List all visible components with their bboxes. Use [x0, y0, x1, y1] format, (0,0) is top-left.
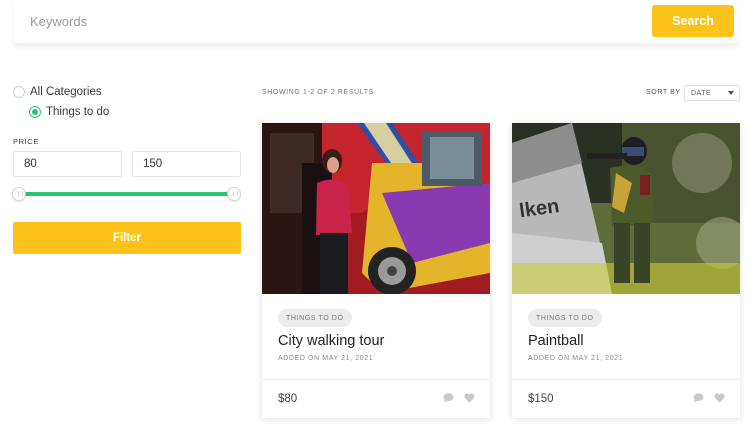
radio-unchecked-icon[interactable]	[13, 86, 25, 98]
sort-value: DATE	[691, 89, 712, 97]
category-things-to-do[interactable]: Things to do	[29, 106, 109, 118]
radio-checked-icon[interactable]	[29, 106, 41, 118]
comment-icon[interactable]	[443, 393, 454, 403]
listing-card[interactable]: THINGS TO DO City walking tour ADDED ON …	[262, 123, 490, 418]
card-date: ADDED ON MAY 21, 2021	[528, 355, 624, 362]
price-slider-max-handle[interactable]	[227, 187, 241, 201]
price-max-input[interactable]: 150	[132, 151, 241, 177]
category-label: All Categories	[30, 86, 102, 98]
paintball-photo[interactable]: lken	[512, 123, 740, 294]
heart-icon[interactable]	[714, 393, 725, 403]
card-actions	[443, 393, 475, 403]
heart-icon[interactable]	[464, 393, 475, 403]
sort-select[interactable]: DATE	[684, 85, 740, 101]
price-slider-min-handle[interactable]	[12, 187, 26, 201]
card-title[interactable]: City walking tour	[278, 333, 384, 349]
chevron-down-icon	[728, 91, 734, 95]
comment-icon[interactable]	[693, 393, 704, 403]
card-price: $80	[278, 393, 298, 405]
filter-button[interactable]: Filter	[13, 222, 241, 254]
card-divider	[512, 379, 740, 380]
card-divider	[262, 379, 490, 380]
search-bar: Search	[14, 0, 738, 44]
price-min-input[interactable]: 80	[13, 151, 122, 177]
search-button[interactable]: Search	[652, 5, 734, 37]
search-input[interactable]	[14, 0, 634, 42]
sort-label: SORT BY	[646, 89, 681, 96]
category-all-categories[interactable]: All Categories	[13, 86, 102, 98]
category-label: Things to do	[46, 106, 110, 118]
bus-tour-photo[interactable]	[262, 123, 490, 294]
category-tag[interactable]: THINGS TO DO	[528, 309, 602, 327]
results-count: SHOWING 1-2 OF 2 RESULTS	[262, 89, 374, 96]
price-slider-track[interactable]	[22, 192, 230, 196]
card-price: $150	[528, 393, 554, 405]
card-date: ADDED ON MAY 21, 2021	[278, 355, 374, 362]
listing-card[interactable]: lken THINGS TO DO Paintball ADDED ON MAY…	[512, 123, 740, 418]
card-actions	[693, 393, 725, 403]
category-tag[interactable]: THINGS TO DO	[278, 309, 352, 327]
price-label: PRICE	[13, 137, 39, 146]
card-title[interactable]: Paintball	[528, 333, 584, 349]
